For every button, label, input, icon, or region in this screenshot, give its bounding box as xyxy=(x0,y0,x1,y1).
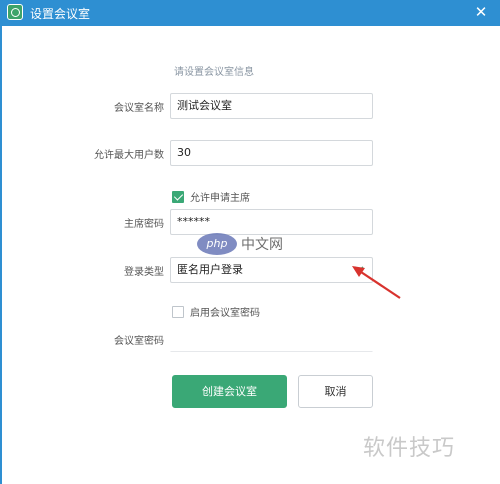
enable-room-password-label: 启用会议室密码 xyxy=(190,308,260,319)
annotation-arrow-icon xyxy=(352,266,401,299)
room-name-input[interactable]: 测试会议室 xyxy=(170,93,373,119)
room-password-input[interactable] xyxy=(170,326,373,352)
cancel-button[interactable]: 取消 xyxy=(298,375,373,408)
allow-chair-checkbox[interactable]: 允许申请主席 xyxy=(172,189,250,204)
room-password-label: 会议室密码 xyxy=(114,336,164,347)
php-watermark-logo: php 中文网 xyxy=(197,232,294,256)
login-type-value: 匿名用户登录 xyxy=(177,263,243,276)
login-type-label: 登录类型 xyxy=(124,267,164,278)
max-users-label: 允许最大用户数 xyxy=(94,150,164,161)
allow-chair-label: 允许申请主席 xyxy=(190,193,250,204)
app-icon xyxy=(7,4,23,20)
window-border xyxy=(0,26,2,484)
chair-password-label: 主席密码 xyxy=(124,219,164,230)
form-hint: 请设置会议室信息 xyxy=(174,67,254,78)
php-logo-icon: php xyxy=(197,233,237,255)
checkbox-unchecked-icon[interactable] xyxy=(172,305,184,318)
login-type-select[interactable]: 匿名用户登录 xyxy=(170,257,373,283)
site-watermark: 软件技巧 xyxy=(363,436,456,461)
room-name-label: 会议室名称 xyxy=(114,103,164,114)
title-bar: 设置会议室 ✕ xyxy=(0,0,500,26)
window-title: 设置会议室 xyxy=(30,7,91,21)
php-logo-text: 中文网 xyxy=(241,237,283,253)
enable-room-password-checkbox[interactable]: 启用会议室密码 xyxy=(172,304,260,319)
max-users-input[interactable]: 30 xyxy=(170,140,373,166)
checkbox-checked-icon[interactable] xyxy=(172,190,184,203)
create-room-button[interactable]: 创建会议室 xyxy=(172,375,287,408)
close-icon[interactable]: ✕ xyxy=(472,3,490,21)
